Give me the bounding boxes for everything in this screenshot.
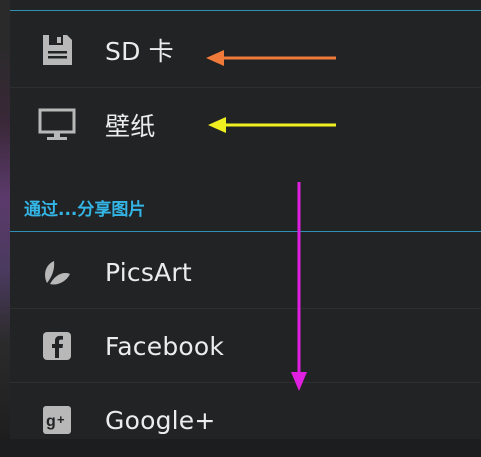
annotation-arrows [206, 50, 336, 391]
magenta-arrow [291, 182, 307, 391]
yellow-arrow [208, 117, 336, 133]
orange-arrow [206, 50, 336, 66]
